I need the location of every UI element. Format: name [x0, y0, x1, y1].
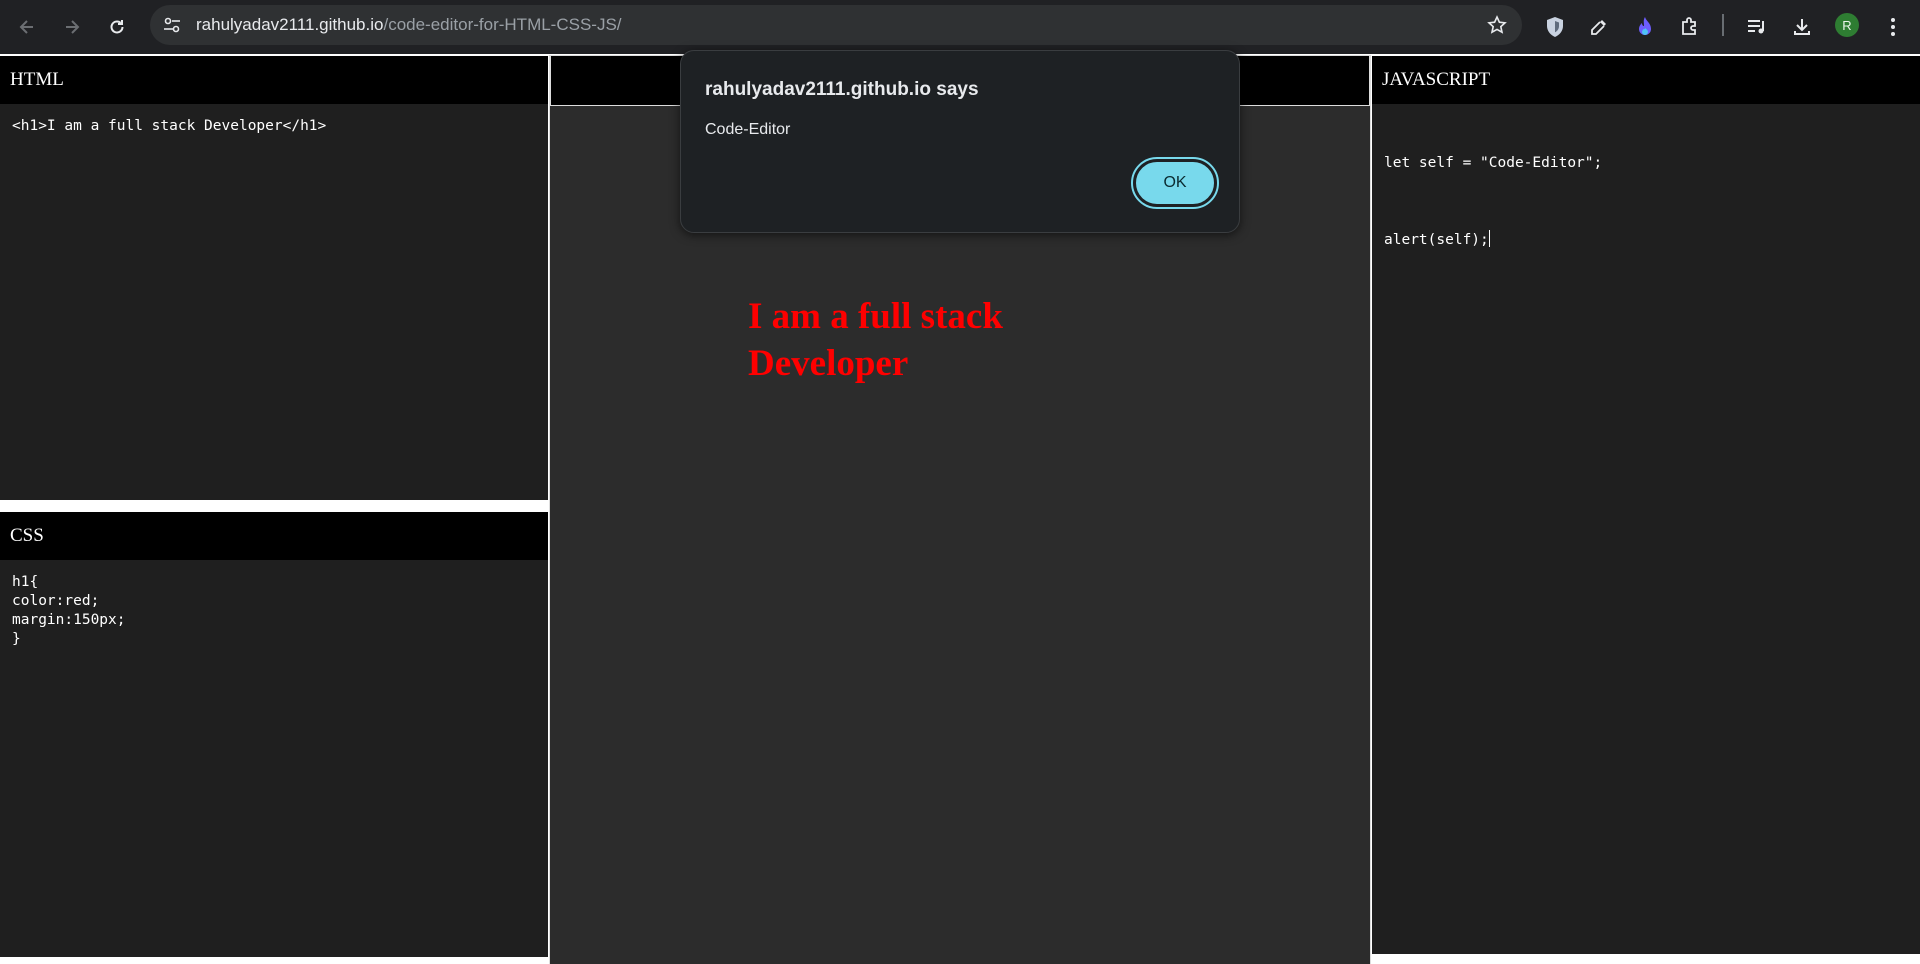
html-code-input[interactable]: <h1>I am a full stack Developer</h1> — [12, 117, 326, 136]
html-panel-title: HTML — [0, 56, 548, 104]
profile-avatar[interactable]: R — [1835, 13, 1859, 37]
flame-extension-icon[interactable] — [1630, 12, 1660, 42]
address-bar[interactable]: rahulyadav2111.github.io/code-editor-for… — [150, 5, 1522, 45]
download-icon[interactable] — [1787, 12, 1817, 42]
toolbar-separator — [1722, 14, 1724, 36]
js-code-line-2-text: alert(self); — [1384, 232, 1489, 248]
alert-dialog: rahulyadav2111.github.io says Code-Edito… — [680, 50, 1240, 233]
js-code-line-2: alert(self); — [1384, 230, 1602, 250]
site-settings-icon[interactable] — [160, 13, 184, 37]
menu-dots-icon[interactable] — [1878, 12, 1908, 42]
js-code-input[interactable]: let self = "Code-Editor"; alert(self); — [1384, 116, 1602, 288]
html-editor-panel: HTML <h1>I am a full stack Developer</h1… — [0, 56, 548, 500]
css-panel-title: CSS — [0, 512, 548, 560]
text-caret — [1488, 230, 1490, 247]
output-heading: I am a full stack Developer — [748, 296, 1003, 384]
js-panel-title: JAVASCRIPT — [1372, 56, 1920, 104]
media-queue-icon[interactable] — [1742, 12, 1772, 42]
js-code-line-1: let self = "Code-Editor"; — [1384, 155, 1603, 171]
puzzle-extensions-icon[interactable] — [1675, 12, 1705, 42]
shield-extension-icon[interactable] — [1540, 12, 1570, 42]
dialog-title: rahulyadav2111.github.io says — [705, 79, 979, 100]
panel-divider — [0, 500, 548, 512]
css-code-input[interactable]: h1{ color:red; margin:150px; } — [12, 573, 126, 649]
url-path: /code-editor-for-HTML-CSS-JS/ — [383, 15, 622, 34]
css-editor-panel: CSS h1{ color:red; margin:150px; } — [0, 512, 548, 957]
back-arrow-icon[interactable] — [12, 12, 42, 42]
eyedropper-extension-icon[interactable] — [1584, 12, 1614, 42]
forward-arrow-icon[interactable] — [57, 12, 87, 42]
bookmark-star-icon[interactable] — [1486, 14, 1508, 36]
reload-icon[interactable] — [102, 12, 132, 42]
url-host: rahulyadav2111.github.io — [196, 15, 384, 34]
browser-toolbar: rahulyadav2111.github.io/code-editor-for… — [0, 0, 1920, 54]
url-text: rahulyadav2111.github.io/code-editor-for… — [196, 14, 622, 36]
ok-button[interactable]: OK — [1131, 157, 1219, 209]
js-editor-panel: JAVASCRIPT let self = "Code-Editor"; ale… — [1372, 56, 1920, 954]
dialog-message: Code-Editor — [705, 121, 791, 138]
